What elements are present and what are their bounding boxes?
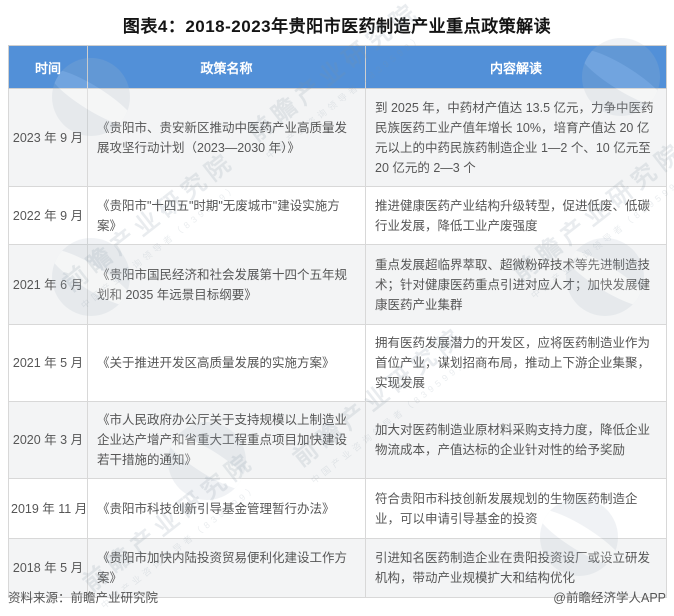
- policy-cell: 《市人民政府办公厅关于支持规模以上制造业企业达产增产和省重大工程重点项目加快建设…: [87, 401, 366, 479]
- policy-cell: 《贵阳市科技创新引导基金管理暂行办法》: [87, 478, 366, 539]
- policy-cell: 《贵阳市"十四五"时期"无废城市"建设实施方案》: [87, 186, 366, 245]
- time-cell: 2020 年 3 月: [8, 401, 88, 479]
- table-header-row: 时间 政策名称 内容解读: [8, 45, 667, 89]
- time-cell: 2023 年 9 月: [8, 88, 88, 187]
- table-row: 2021 年 5 月 《关于推进开发区高质量发展的实施方案》 拥有医药发展潜力的…: [8, 324, 667, 402]
- table-row: 2022 年 9 月 《贵阳市"十四五"时期"无废城市"建设实施方案》 推进健康…: [8, 186, 667, 245]
- policy-cell: 《贵阳市国民经济和社会发展第十四个五年规划和 2035 年远景目标纲要》: [87, 244, 366, 325]
- policy-cell: 《关于推进开发区高质量发展的实施方案》: [87, 324, 366, 402]
- table-row: 2019 年 11 月 《贵阳市科技创新引导基金管理暂行办法》 符合贵阳市科技创…: [8, 478, 667, 539]
- figure-page: 前瞻产业研究院 中国产业咨询领导者（839599） 前瞻产业研究院 中国产业咨询…: [0, 0, 674, 616]
- content-cell: 推进健康医药产业结构升级转型，促进低废、低碳行业发展，降低工业产废强度: [365, 186, 667, 245]
- source-text: 资料来源：前瞻产业研究院: [8, 591, 159, 605]
- content-cell: 到 2025 年，中药材产值达 13.5 亿元，力争中医药民族医药工业产值年增长…: [365, 88, 667, 187]
- time-cell: 2022 年 9 月: [8, 186, 88, 245]
- content-cell: 符合贵阳市科技创新发展规划的生物医药制造企业，可以申请引导基金的投资: [365, 478, 667, 539]
- credit-text: @前瞻经济学人APP: [553, 591, 666, 605]
- content-cell: 重点发展超临界萃取、超微粉碎技术等先进制造技术；针对健康医药重点引进对应人才；加…: [365, 244, 667, 325]
- page-title: 图表4：2018-2023年贵阳市医药制造产业重点政策解读: [122, 17, 552, 36]
- time-cell: 2019 年 11 月: [8, 478, 88, 539]
- header-policy-name: 政策名称: [87, 45, 366, 89]
- policy-table: 时间 政策名称 内容解读 2023 年 9 月 《贵阳市、贵安新区推动中医药产业…: [8, 45, 667, 598]
- header-content: 内容解读: [365, 45, 667, 89]
- footer: 资料来源：前瞻产业研究院 @前瞻经济学人APP: [8, 587, 666, 606]
- table-row: 2020 年 3 月 《市人民政府办公厅关于支持规模以上制造业企业达产增产和省重…: [8, 401, 667, 479]
- content-cell: 拥有医药发展潜力的开发区，应将医药制造业作为首位产业，谋划招商布局，推动上下游企…: [365, 324, 667, 402]
- time-cell: 2021 年 6 月: [8, 244, 88, 325]
- header-time: 时间: [8, 45, 88, 89]
- table-row: 2023 年 9 月 《贵阳市、贵安新区推动中医药产业高质量发展攻坚行动计划（2…: [8, 88, 667, 187]
- table-row: 2021 年 6 月 《贵阳市国民经济和社会发展第十四个五年规划和 2035 年…: [8, 244, 667, 325]
- time-cell: 2021 年 5 月: [8, 324, 88, 402]
- content-cell: 加大对医药制造业原材料采购支持力度，降低企业物流成本，产值达标的企业针对性的给予…: [365, 401, 667, 479]
- policy-cell: 《贵阳市、贵安新区推动中医药产业高质量发展攻坚行动计划（2023—2030 年）…: [87, 88, 366, 187]
